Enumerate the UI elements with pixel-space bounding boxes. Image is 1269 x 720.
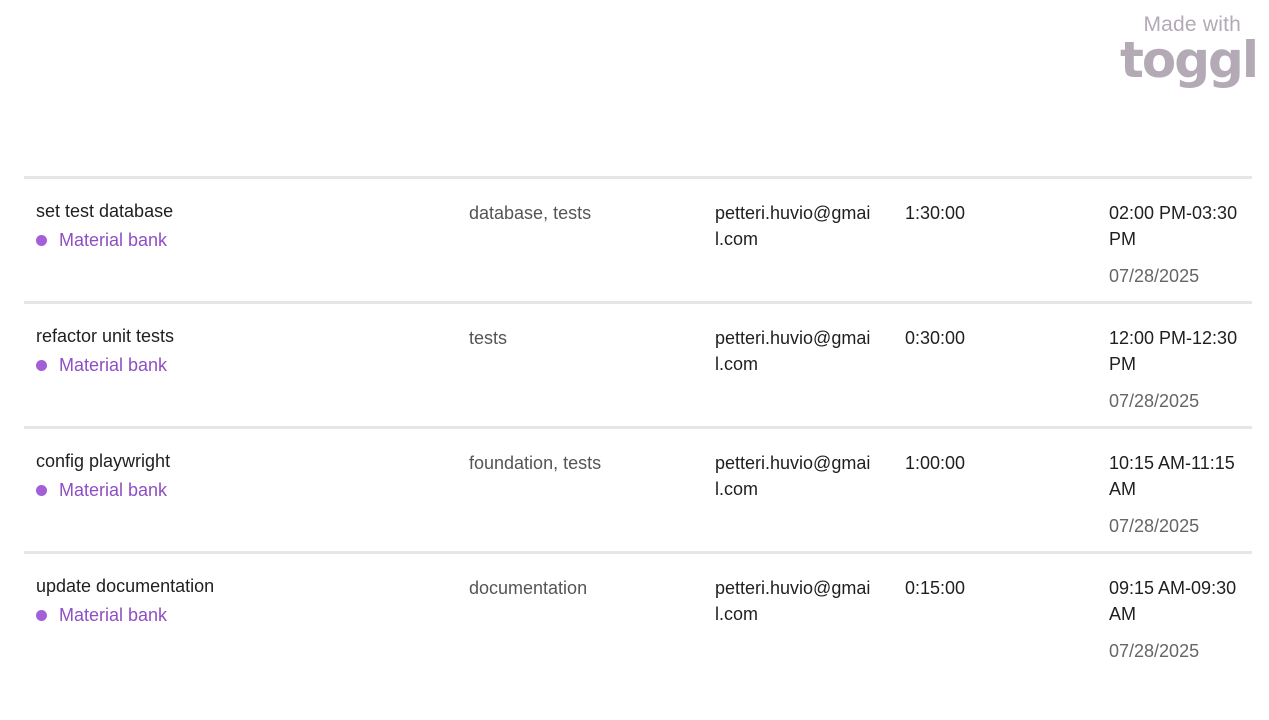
project-name: Material bank — [59, 480, 168, 500]
entry-description-cell: update documentation Material bank — [36, 573, 436, 628]
entry-date: 07/28/2025 — [1109, 266, 1200, 286]
entry-description-cell: set test database Material bank — [36, 198, 436, 253]
entry-description: set test database — [36, 201, 174, 221]
entry-user-email: petteri.huvio@gmail.com — [715, 203, 871, 249]
entry-time-range: 02:00 PM-03:30 PM — [1109, 203, 1238, 249]
entry-time-cell: 12:00 PM-12:30 PM 07/28/2025 — [1109, 325, 1249, 414]
entry-project: Material bank — [36, 352, 436, 378]
entry-description-cell: config playwright Material bank — [36, 448, 436, 503]
entry-time-range: 12:00 PM-12:30 PM — [1109, 328, 1238, 374]
project-color-dot-icon — [36, 484, 47, 496]
project-name: Material bank — [59, 355, 168, 375]
table-row: config playwright Material bank foundati… — [24, 426, 1252, 551]
entry-duration: 1:00:00 — [905, 453, 966, 473]
entry-date: 07/28/2025 — [1109, 391, 1200, 411]
entry-time-cell: 02:00 PM-03:30 PM 07/28/2025 — [1109, 200, 1249, 289]
entry-tags: documentation — [469, 578, 588, 598]
entry-user-email: petteri.huvio@gmail.com — [715, 578, 871, 624]
table-row: set test database Material bank database… — [24, 176, 1252, 301]
entry-duration: 1:30:00 — [905, 203, 966, 223]
project-color-dot-icon — [36, 359, 47, 371]
entry-date: 07/28/2025 — [1109, 516, 1200, 536]
entry-description: update documentation — [36, 576, 215, 596]
entry-tags: database, tests — [469, 203, 592, 223]
entry-description-cell: refactor unit tests Material bank — [36, 323, 436, 378]
toggl-logo: toggl — [1120, 31, 1259, 89]
project-color-dot-icon — [36, 609, 47, 621]
entry-duration: 0:30:00 — [905, 328, 966, 348]
time-entries-list: set test database Material bank database… — [24, 176, 1252, 676]
entry-time-cell: 09:15 AM-09:30 AM 07/28/2025 — [1109, 575, 1249, 664]
entry-time-range: 09:15 AM-09:30 AM — [1109, 578, 1237, 624]
entry-tags: tests — [469, 328, 508, 348]
entry-tags: foundation, tests — [469, 453, 602, 473]
entry-duration: 0:15:00 — [905, 578, 966, 598]
entry-time-range: 10:15 AM-11:15 AM — [1109, 453, 1235, 499]
entry-user-email: petteri.huvio@gmail.com — [715, 453, 871, 499]
toggl-branding: Made with toggl — [1117, 12, 1259, 89]
table-row: refactor unit tests Material bank tests … — [24, 301, 1252, 426]
entry-time-cell: 10:15 AM-11:15 AM 07/28/2025 — [1109, 450, 1249, 539]
entry-project: Material bank — [36, 602, 436, 628]
table-row: update documentation Material bank docum… — [24, 551, 1252, 676]
entry-description: refactor unit tests — [36, 326, 175, 346]
entry-project: Material bank — [36, 227, 436, 253]
entry-project: Material bank — [36, 477, 436, 503]
entry-description: config playwright — [36, 451, 171, 471]
project-name: Material bank — [59, 605, 168, 625]
report-page: Made with toggl set test database Materi… — [0, 0, 1269, 720]
entry-user-email: petteri.huvio@gmail.com — [715, 328, 871, 374]
project-name: Material bank — [59, 230, 168, 250]
project-color-dot-icon — [36, 234, 47, 246]
entry-date: 07/28/2025 — [1109, 641, 1200, 661]
